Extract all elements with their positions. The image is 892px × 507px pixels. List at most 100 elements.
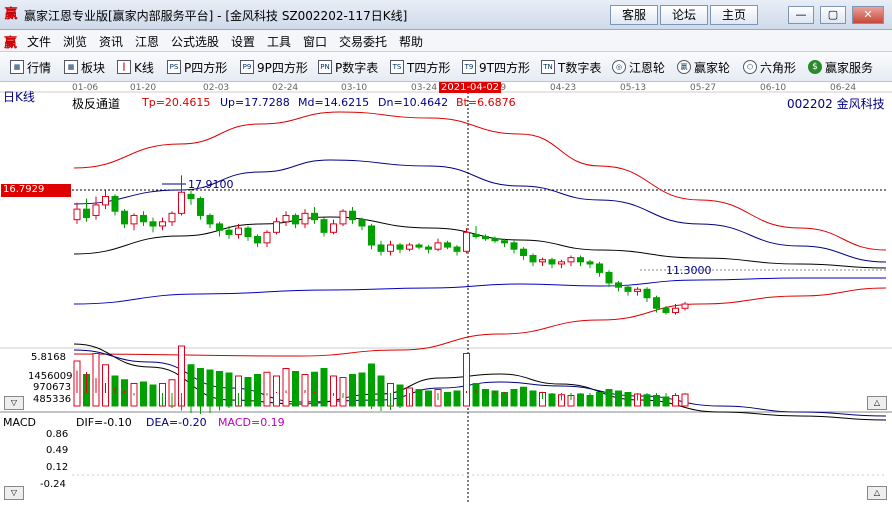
candle-body	[501, 240, 508, 244]
date-tick: 04-23	[550, 83, 577, 93]
date-tick: 03-24	[411, 83, 438, 93]
tool-kline[interactable]: ┃ K线	[117, 58, 154, 76]
volume-bar	[662, 396, 670, 407]
candle-body	[615, 282, 622, 288]
candle-body	[634, 288, 641, 292]
candle-body	[653, 297, 660, 309]
candle-body	[444, 242, 451, 248]
collapse-macd-button[interactable]: ▽	[4, 486, 24, 500]
date-tick: 01-20	[130, 83, 157, 93]
volume-bar	[273, 375, 280, 407]
candle-body	[206, 214, 214, 225]
candle-body	[140, 214, 147, 223]
volume-bar	[472, 383, 480, 407]
tool-winner-service[interactable]: $ 赢家服务	[808, 58, 873, 76]
cursor-price-badge: 16.7929	[1, 184, 71, 197]
tool-9t-square[interactable]: T9 9T四方形	[462, 58, 530, 76]
macd-axis-label: 0.12	[46, 462, 69, 473]
kline-chart[interactable]	[0, 82, 892, 504]
expand-volume-button[interactable]: △	[867, 396, 887, 410]
customer-service-button[interactable]: 客服	[610, 5, 658, 25]
candle-body	[558, 261, 565, 265]
menu-tools[interactable]: 工具	[267, 33, 291, 50]
tn-icon: TN	[541, 60, 555, 74]
homepage-button[interactable]: 主页	[710, 5, 758, 25]
tool-p-table[interactable]: PN P数字表	[318, 58, 378, 76]
menu-info[interactable]: 资讯	[99, 33, 123, 50]
volume-axis-label: 1456009	[28, 371, 73, 382]
title-bar: 赢 赢家江恩专业版[赢家内部服务平台] - [金风科技 SZ002202-117…	[0, 0, 892, 30]
date-tick: 01-06	[72, 83, 99, 93]
p-icon: PS	[167, 60, 181, 74]
dollar-icon: $	[808, 60, 822, 74]
date-tick: 06-24	[830, 83, 857, 93]
volume-bar	[501, 392, 508, 407]
tool-winner-wheel[interactable]: 赢赢家轮	[677, 58, 730, 76]
tool-9p-square[interactable]: P9 9P四方形	[240, 58, 308, 76]
tool-p-square[interactable]: PS P四方形	[167, 58, 227, 76]
candle-body	[463, 231, 470, 252]
candle-body	[263, 231, 271, 244]
tool-t-square[interactable]: TS T四方形	[390, 58, 450, 76]
menu-settings[interactable]: 设置	[231, 33, 255, 50]
candle-body	[111, 195, 119, 212]
forum-button[interactable]: 论坛	[660, 5, 708, 25]
volume-bar	[520, 386, 527, 407]
volume-bar	[311, 371, 318, 407]
blocks-icon: ▦	[64, 60, 78, 74]
menu-gann[interactable]: 江恩	[135, 33, 159, 50]
candle-body	[681, 303, 689, 309]
candles-icon: ┃	[117, 60, 131, 74]
hexagon-icon: ⬡	[743, 60, 757, 74]
candle-body	[434, 242, 442, 250]
candle-body	[130, 214, 138, 225]
candle-body	[453, 246, 461, 252]
candle-body	[415, 244, 423, 248]
candle-body	[311, 212, 318, 221]
menu-trade[interactable]: 交易委托	[339, 33, 387, 50]
bottom-band-line	[73, 287, 887, 357]
candle-body	[73, 208, 81, 221]
volume-axis-label: 5.8168	[31, 352, 66, 363]
menu-formula[interactable]: 公式选股	[171, 33, 219, 50]
tool-gann-wheel[interactable]: ◎ 江恩轮	[612, 58, 665, 76]
expand-macd-button[interactable]: △	[867, 486, 887, 500]
macd-axis-label: 0.49	[46, 445, 69, 456]
candle-body	[548, 259, 556, 265]
menu-browse[interactable]: 浏览	[63, 33, 87, 50]
p9-icon: P9	[240, 60, 254, 74]
candle-body	[662, 307, 670, 313]
wheel-icon: ◎	[612, 60, 626, 74]
macd-dif: DIF=-0.10	[76, 416, 132, 429]
volume-bar	[263, 371, 271, 407]
candle-body	[330, 223, 337, 233]
tool-hexagon[interactable]: ⬡ 六角形	[743, 58, 796, 76]
menu-file[interactable]: 文件	[27, 33, 51, 50]
tool-quotes[interactable]: ▦ 行情	[10, 58, 51, 76]
menu-bar: 赢 文件 浏览 资讯 江恩 公式选股 设置 工具 窗口 交易委托 帮助 _ ▫ …	[0, 30, 892, 77]
menu-window[interactable]: 窗口	[303, 33, 327, 50]
date-tick: 03-10	[341, 83, 368, 93]
volume-axis-label: 970673	[33, 382, 72, 393]
tool-t-table[interactable]: TN T数字表	[541, 58, 601, 76]
menu-help[interactable]: 帮助	[399, 33, 423, 50]
restore-button[interactable]: ▢	[820, 6, 846, 24]
indicator-dn: Dn=10.4642	[378, 96, 449, 109]
candle-body	[159, 221, 166, 227]
chart-area[interactable]: 日K线 01-06 01-20 02-03 02-24 03-10 03-24 …	[0, 82, 892, 504]
candle-body	[368, 225, 375, 246]
candle-body	[102, 195, 109, 206]
close-button[interactable]: ✕	[852, 6, 884, 24]
t9-icon: T9	[462, 60, 476, 74]
date-tick: 06-10	[760, 83, 787, 93]
candle-body	[539, 259, 546, 263]
candle-body	[482, 236, 489, 240]
candle-body	[254, 236, 261, 244]
volume-bar	[254, 374, 261, 407]
collapse-volume-button[interactable]: ▽	[4, 396, 24, 410]
app-logo-icon: 赢	[4, 7, 18, 22]
indicator-md: Md=14.6215	[298, 96, 370, 109]
tool-sectors[interactable]: ▦ 板块	[64, 58, 105, 76]
minimize-button[interactable]: —	[788, 6, 814, 24]
candle-body	[406, 244, 413, 250]
